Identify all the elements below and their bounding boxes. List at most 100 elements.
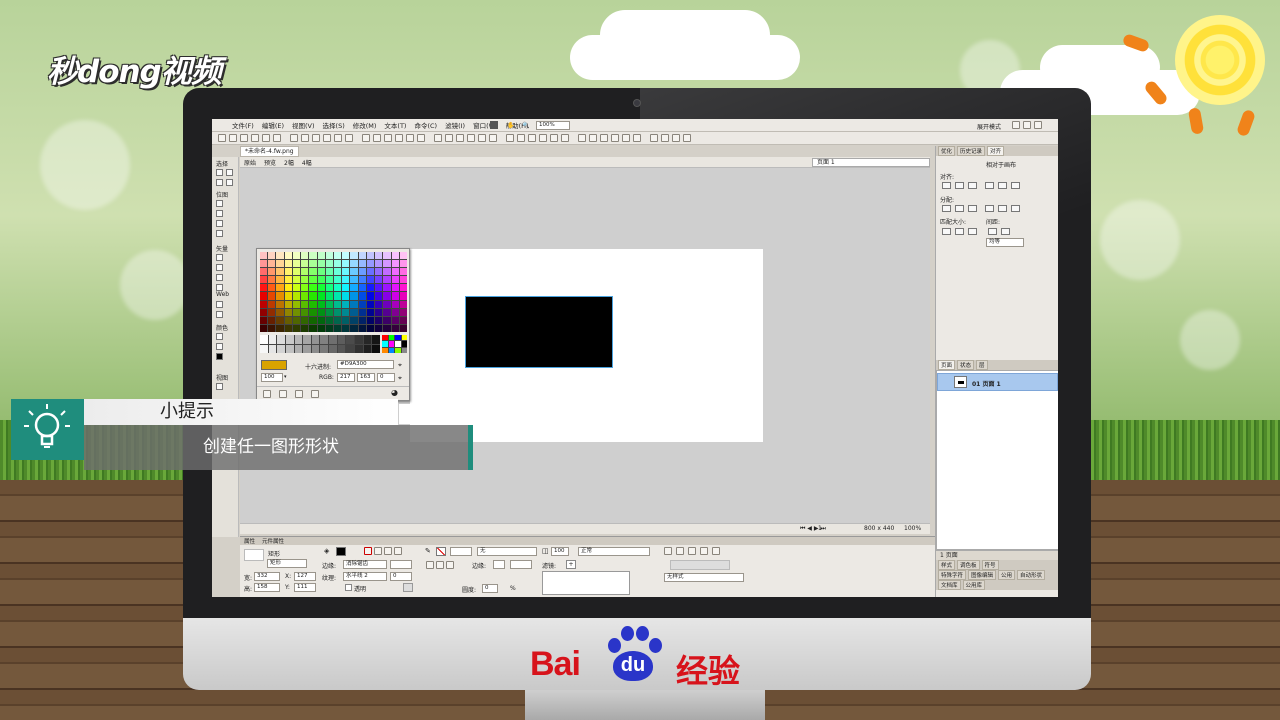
color-swatch[interactable] (325, 268, 333, 276)
toolbar-button[interactable] (661, 134, 669, 142)
toolbar-button[interactable] (506, 134, 514, 142)
color-swatch[interactable] (284, 252, 292, 260)
color-swatch[interactable] (358, 324, 366, 332)
status-zoom[interactable]: 100% (904, 525, 921, 532)
color-swatch[interactable] (292, 268, 301, 276)
zoom-icon[interactable]: 🔍 (522, 122, 529, 129)
gray-swatch[interactable] (320, 344, 329, 353)
roundness-input[interactable]: 0 (482, 584, 498, 593)
menu-item-0[interactable]: 文件(F) (228, 120, 258, 130)
color-swatch[interactable] (276, 284, 284, 292)
toolbar-button[interactable] (589, 134, 597, 142)
gray-swatch[interactable] (329, 344, 337, 353)
color-swatch[interactable] (366, 276, 375, 284)
color-swatch[interactable] (383, 292, 391, 300)
color-swatch[interactable] (358, 252, 366, 260)
color-swatch[interactable] (358, 276, 366, 284)
color-swatch[interactable] (309, 252, 317, 260)
hand-icon[interactable]: ✋ (507, 122, 514, 129)
color-swatch[interactable] (260, 316, 268, 324)
color-swatch[interactable] (317, 324, 325, 332)
view-mode-icon[interactable] (216, 383, 223, 390)
toolbar-button[interactable] (434, 134, 442, 142)
toolbar-button[interactable] (384, 134, 392, 142)
basic-swatch[interactable] (388, 335, 394, 341)
toolbar-button[interactable] (611, 134, 619, 142)
align-left-icon[interactable] (942, 182, 951, 189)
color-swatch[interactable] (260, 324, 268, 332)
color-swatch[interactable] (325, 300, 333, 308)
color-swatch[interactable] (366, 292, 375, 300)
color-swatch[interactable] (350, 260, 358, 268)
pen-tool-icon[interactable] (216, 264, 223, 271)
bucket-icon[interactable]: ◈ (324, 547, 329, 555)
color-swatch[interactable] (309, 292, 317, 300)
color-swatch[interactable] (358, 308, 366, 316)
toolbar-button[interactable] (290, 134, 298, 142)
color-swatch[interactable] (284, 292, 292, 300)
color-swatch[interactable] (375, 300, 383, 308)
gradient-button[interactable] (384, 547, 392, 555)
basic-swatch[interactable] (401, 347, 407, 353)
gray-swatch[interactable] (372, 335, 380, 344)
toolbar-button[interactable] (417, 134, 425, 142)
marquee-tool-icon[interactable] (216, 200, 223, 207)
tab-states[interactable]: 状态 (957, 360, 975, 370)
color-swatch[interactable] (325, 292, 333, 300)
tab-common[interactable]: 公用 (998, 570, 1016, 580)
color-swatch[interactable] (301, 292, 309, 300)
color-swatch[interactable] (399, 276, 407, 284)
page-row[interactable]: 01 页面 1 (937, 373, 1058, 391)
color-swatch[interactable] (366, 316, 375, 324)
color-swatch[interactable] (292, 308, 301, 316)
minimize-button[interactable] (1012, 121, 1020, 129)
color-swatch[interactable] (358, 268, 366, 276)
color-swatch[interactable] (399, 260, 407, 268)
gray-swatch[interactable] (329, 335, 337, 344)
toolbar-button[interactable] (600, 134, 608, 142)
color-swatch[interactable] (342, 316, 350, 324)
tab-swatches[interactable]: 调色板 (957, 560, 980, 570)
color-swatch[interactable] (268, 300, 276, 308)
color-swatch[interactable] (268, 316, 276, 324)
pattern-fill-icon[interactable] (311, 390, 319, 398)
tab-2up[interactable]: 2幅 (284, 158, 294, 167)
pointer-tool-icon[interactable] (216, 169, 223, 176)
gray-swatch[interactable] (363, 344, 372, 353)
color-swatch[interactable] (391, 316, 399, 324)
basic-swatch[interactable] (382, 335, 388, 341)
toolbar-button[interactable] (273, 134, 281, 142)
tab-pages[interactable]: 页面 (938, 360, 956, 370)
stroke-inside-button[interactable] (426, 561, 434, 569)
color-swatch[interactable] (276, 324, 284, 332)
color-swatch[interactable] (268, 260, 276, 268)
basic-swatch[interactable] (395, 347, 401, 353)
color-swatch[interactable] (350, 252, 358, 260)
stroke-outside-button[interactable] (446, 561, 454, 569)
color-swatch[interactable] (334, 300, 342, 308)
color-swatch[interactable] (325, 284, 333, 292)
color-swatch[interactable] (325, 252, 333, 260)
toolbar-button[interactable] (312, 134, 320, 142)
color-swatch[interactable] (399, 252, 407, 260)
color-swatch[interactable] (366, 260, 375, 268)
tab-optimize[interactable]: 优化 (938, 146, 956, 156)
color-swatch[interactable] (366, 268, 375, 276)
color-swatch[interactable] (292, 276, 301, 284)
color-swatch[interactable] (334, 316, 342, 324)
add-filter-button[interactable]: + (566, 560, 576, 569)
color-swatch[interactable] (317, 252, 325, 260)
color-swatch[interactable] (325, 276, 333, 284)
color-swatch[interactable] (309, 284, 317, 292)
tab-image-edit[interactable]: 图像编辑 (968, 570, 997, 580)
gray-swatch[interactable] (363, 335, 372, 344)
color-swatch[interactable] (284, 324, 292, 332)
color-swatch[interactable] (350, 284, 358, 292)
color-swatch[interactable] (268, 292, 276, 300)
tab-common-library[interactable]: 公用库 (962, 580, 986, 590)
toolbar-button[interactable] (262, 134, 270, 142)
selected-rectangle[interactable] (465, 296, 613, 368)
color-swatch[interactable] (342, 284, 350, 292)
hotspot-tool-icon[interactable] (216, 301, 223, 308)
gray-swatch[interactable] (372, 344, 380, 353)
